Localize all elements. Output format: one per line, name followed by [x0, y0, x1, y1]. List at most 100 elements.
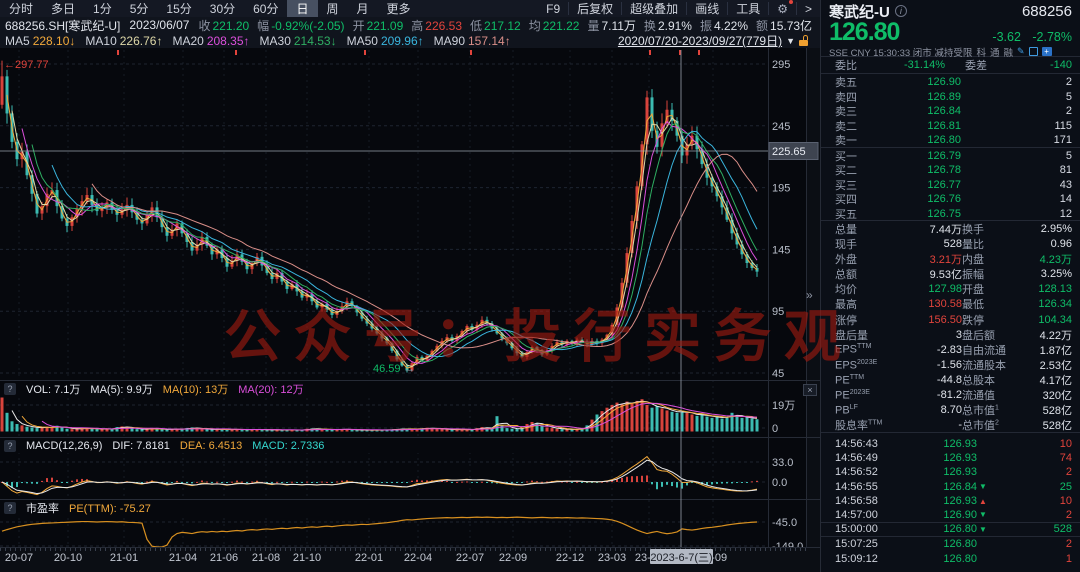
add-to-watchlist-icon[interactable]: + [1041, 47, 1052, 56]
x-tick-21-01: 21-01 [109, 552, 139, 564]
x-tick-23-03: 23-03 [597, 552, 627, 564]
svg-text:46.59: 46.59 [373, 363, 401, 375]
svg-text:←297.77: ←297.77 [4, 59, 49, 71]
toolbar-button-超级叠加[interactable]: 超级叠加 [621, 2, 686, 16]
close-icon[interactable]: × [803, 384, 817, 396]
tab-15分[interactable]: 15分 [157, 0, 200, 17]
pe-panel-header: ? 市盈率 PE(TTM): -75.27 [0, 500, 600, 515]
ask-queue: 卖五 126.90 2 卖四 126.89 5 卖三 126.84 2 卖二 126.81 115 卖一… [821, 74, 1080, 147]
tab-1分[interactable]: 1分 [84, 0, 121, 17]
svg-text:-149.0: -149.0 [772, 541, 803, 548]
tick-row: 14:56:58 126.93 ▲ 10 [835, 495, 1072, 508]
indicator-label: MA(5): 9.9万 [90, 383, 153, 396]
svg-text:295: 295 [772, 59, 790, 71]
quote-field-量: 量 7.11万 [587, 18, 636, 33]
period-tab-bar: 分时 多日 1分 5分 15分 30分 60分日周月更多 F9 后复权 超级叠加 画线 工具 ⚙ > [0, 0, 820, 17]
quote-field-低: 低 217.12 [470, 18, 521, 33]
x-tick-22-04: 22-04 [403, 552, 433, 564]
svg-text:145: 145 [772, 244, 790, 256]
tick-list: 14:56:43 126.93 10 14:56:49 126.93 74 14:56:52… [821, 436, 1080, 566]
chevron-right-icon[interactable]: > [795, 2, 820, 16]
alert-icon[interactable] [1028, 47, 1038, 56]
help-icon[interactable]: ? [4, 501, 16, 514]
tab-月[interactable]: 月 [348, 0, 378, 17]
tick-direction-icon: ▼ [979, 524, 987, 534]
quote-field-幅: 幅 -0.92%(-2.05) [257, 18, 345, 33]
ask-row[interactable]: 卖四 126.89 5 [821, 89, 1080, 104]
tab-多日[interactable]: 多日 [42, 0, 84, 17]
toolbar-button-后复权[interactable]: 后复权 [568, 2, 621, 16]
bid-row[interactable]: 买三 126.77 43 [821, 177, 1080, 192]
tick-row: 14:56:43 126.93 10 [835, 437, 1072, 450]
ask-row[interactable]: 卖三 126.84 2 [821, 103, 1080, 118]
tick-row: 14:57:00 126.90 ▼ 2 [821, 508, 1080, 523]
help-icon[interactable]: ? [4, 439, 16, 452]
crosshair-date-label: 2023/06/07 [129, 18, 190, 32]
stat-row: PE2023E -81.2 流通值 320亿 [835, 388, 1072, 403]
toolbar-button-工具[interactable]: 工具 [727, 2, 768, 16]
tab-30分[interactable]: 30分 [201, 0, 244, 17]
quote-header: 寒武纪-U i 688256 126.80 -3.62 -2.78% SSE C… [821, 0, 1080, 59]
indicator-label: MA(20): 12万 [238, 383, 304, 396]
indicator-label: PE(TTM): -75.27 [69, 502, 151, 515]
ask-row[interactable]: 卖五 126.90 2 [821, 74, 1080, 89]
x-tick-22-12: 22-12 [555, 552, 585, 564]
x-tick-20-10: 20-10 [53, 552, 83, 564]
svg-text:0: 0 [772, 423, 778, 435]
ask-row[interactable]: 卖二 126.81 115 [821, 118, 1080, 133]
indicator-label: VOL: 7.1万 [26, 383, 81, 396]
bid-row[interactable]: 买五 126.75 12 [821, 206, 1080, 221]
weibi-value: -31.14% [904, 59, 945, 71]
crosshair-date-tooltip: 2023-6-7(三) [650, 549, 713, 564]
ma-legend-MA30: MA30 214.53↓ [259, 33, 337, 48]
tag-融: 融 [1003, 47, 1013, 59]
svg-text:245: 245 [772, 121, 790, 133]
unlock-icon[interactable] [799, 35, 810, 46]
svg-text:95: 95 [772, 306, 784, 318]
toolbar-button-画线[interactable]: 画线 [686, 2, 727, 16]
quote-field-收: 收 221.20 [198, 18, 250, 33]
tick-row: 15:00:00 126.80 ▼ 528 [821, 523, 1080, 538]
info-icon[interactable]: i [894, 5, 907, 17]
date-range-selector[interactable]: 2020/07/20-2023/09/27(779日) ▼ [618, 32, 810, 49]
svg-text:19万: 19万 [772, 400, 795, 412]
collapse-panel-icon[interactable]: » [806, 288, 813, 302]
tab-更多[interactable]: 更多 [378, 0, 420, 17]
help-icon[interactable]: ? [4, 382, 16, 395]
stat-row: 外盘 3.21万 内盘 4.23万 [835, 254, 1072, 267]
tab-5分[interactable]: 5分 [121, 0, 158, 17]
last-price: 126.80 [829, 18, 900, 46]
volume-panel-header: ? VOL: 7.1万 MA(5): 9.9万 MA(10): 13万 MA(20):… [0, 381, 600, 396]
macd-panel-header: ? MACD(12,26,9) DIF: 7.8181 DEA: 6.4513 MAC… [0, 438, 600, 453]
tab-周[interactable]: 周 [318, 0, 348, 17]
ask-row[interactable]: 卖一 126.80 171 [821, 132, 1080, 147]
gear-icon[interactable]: ⚙ [768, 0, 796, 16]
date-range-label[interactable]: 2020/07/20-2023/09/27(779日) [618, 32, 782, 49]
stat-row: 盘后量 3 盘后额 4.22万 [835, 328, 1072, 342]
bid-queue: 买一 126.79 5 买二 126.78 81 买三 126.77 43 买四 126.76 14 买… [821, 146, 1080, 221]
tag-通: 通 [989, 47, 1000, 59]
bid-row[interactable]: 买二 126.78 81 [821, 162, 1080, 177]
stat-row: 总量 7.44万 换手 2.95% [835, 223, 1072, 236]
chevron-down-icon[interactable]: ▼ [786, 36, 795, 46]
indicator-label: MACD(12,26,9) [26, 439, 103, 452]
quote-field-均: 均 221.22 [528, 18, 580, 33]
tab-分时[interactable]: 分时 [0, 0, 42, 17]
stat-row: 总额 9.53亿 振幅 3.25% [835, 268, 1072, 282]
bid-row[interactable]: 买一 126.79 5 [821, 148, 1080, 163]
svg-text:0.0: 0.0 [772, 477, 787, 489]
bid-row[interactable]: 买四 126.76 14 [821, 191, 1080, 206]
svg-text:-45.0: -45.0 [772, 517, 797, 529]
svg-text:195: 195 [772, 183, 790, 195]
toolbar-button-F9[interactable]: F9 [538, 2, 568, 16]
tab-60分[interactable]: 60分 [244, 0, 287, 17]
chart-canvas[interactable]: 295 245 195 145 95 45 19万 0 33.0 0.0 -45.0 -149.0 22… [0, 48, 820, 548]
edit-icon[interactable]: ✎ [1017, 46, 1025, 57]
stat-row: 现手 528 量比 0.96 [835, 238, 1072, 252]
x-tick-22-01: 22-01 [354, 552, 384, 564]
tab-日[interactable]: 日 [287, 0, 318, 17]
ma-legend-MA10: MA10 226.76↑ [85, 33, 163, 48]
x-tick-21-06: 21-06 [209, 552, 239, 564]
tick-row: 14:56:55 126.84 ▼ 25 [835, 480, 1072, 493]
indicator-label: 市盈率 [26, 502, 59, 515]
